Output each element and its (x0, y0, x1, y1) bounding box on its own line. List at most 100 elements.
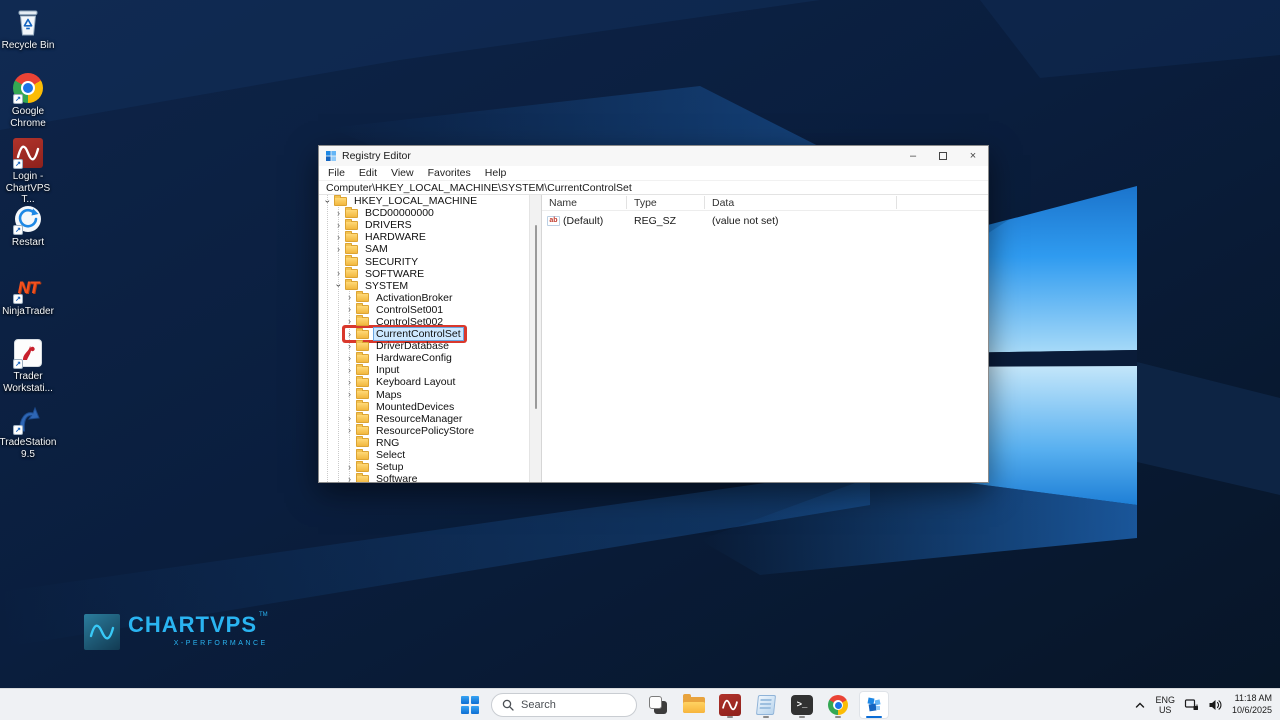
folder-icon (356, 375, 369, 387)
registry-value-row[interactable]: (Default) REG_SZ (value not set) (542, 213, 988, 228)
tree-item-hardwareconfig[interactable]: › HardwareConfig (319, 351, 529, 364)
tree-item-security[interactable]: ›SECURITY (319, 255, 529, 268)
menu-edit[interactable]: Edit (352, 167, 384, 179)
chevron-collapsed-icon[interactable]: › (345, 305, 354, 314)
window-titlebar[interactable]: Registry Editor – × (319, 146, 988, 166)
chevron-collapsed-icon[interactable]: › (334, 269, 343, 278)
tree-item-resourcemanager[interactable]: › ResourceManager (319, 412, 529, 425)
chevron-collapsed-icon[interactable]: › (345, 293, 354, 302)
tree-scrollbar[interactable] (529, 195, 541, 482)
desktop-icon-tradestation[interactable]: ↗ TradeStation 9.5 (0, 403, 56, 460)
desktop-icon-login-chartvps[interactable]: ↗ Login - ChartVPS T... (0, 137, 56, 206)
chartvps-wave-icon (84, 614, 120, 650)
tree-item-setup[interactable]: › Setup (319, 460, 529, 473)
chevron-collapsed-icon[interactable]: › (345, 365, 354, 375)
chevron-collapsed-icon[interactable]: › (345, 462, 354, 472)
tree-item-input[interactable]: › Input (319, 363, 529, 377)
column-header-name[interactable]: Name (542, 197, 627, 209)
chevron-collapsed-icon[interactable]: › (345, 414, 354, 423)
desktop-icon-google-chrome[interactable]: ↗ Google Chrome (0, 72, 56, 129)
taskbar: Search >_ ENG US 11:18 AM 10/6/2025 (0, 688, 1280, 720)
desktop-icon-ninjatrader[interactable]: NT ↗ NinjaTrader (0, 272, 56, 318)
column-header-data[interactable]: Data (705, 197, 988, 209)
volume-icon[interactable] (1208, 698, 1223, 712)
tree-item-activationbroker[interactable]: › ActivationBroker (319, 291, 529, 304)
chevron-collapsed-icon[interactable]: › (334, 244, 343, 254)
tree-item-maps[interactable]: › Maps (319, 388, 529, 401)
folder-icon (356, 412, 369, 424)
chevron-collapsed-icon[interactable]: › (345, 390, 354, 399)
clock[interactable]: 11:18 AM 10/6/2025 (1232, 693, 1272, 716)
notes-app-button[interactable] (751, 691, 781, 719)
column-separator[interactable] (704, 196, 705, 209)
tree-item-software[interactable]: › SOFTWARE (319, 267, 529, 280)
column-separator[interactable] (626, 196, 627, 209)
file-explorer-button[interactable] (679, 691, 709, 719)
desktop-icon-restart[interactable]: ↗ Restart (0, 203, 56, 249)
start-button[interactable] (455, 691, 485, 719)
folder-icon (356, 436, 369, 448)
chevron-collapsed-icon[interactable]: › (345, 329, 354, 339)
chevron-collapsed-icon[interactable]: › (345, 426, 354, 435)
tree-item-keyboard-layout[interactable]: › Keyboard Layout (319, 375, 529, 388)
tree-item-resourcepolicystore[interactable]: › ResourcePolicyStore (319, 424, 529, 437)
tree-item-drivers[interactable]: › DRIVERS (319, 218, 529, 231)
chevron-collapsed-icon[interactable]: › (345, 317, 354, 326)
tree-item-driverdatabase[interactable]: › DriverDatabase (319, 339, 529, 352)
tree-item-select[interactable]: ›Select (319, 448, 529, 461)
chevron-collapsed-icon[interactable]: › (345, 474, 354, 482)
tree-item-software[interactable]: › Software (319, 472, 529, 482)
desktop-icon-recycle-bin[interactable]: Recycle Bin (0, 6, 56, 52)
registry-editor-icon (326, 151, 336, 161)
tree-item-label: Input (376, 364, 400, 377)
chevron-collapsed-icon[interactable]: › (334, 232, 343, 242)
tree-item-label: ActivationBroker (376, 291, 453, 304)
tree-item-label: CurrentControlSet (373, 327, 464, 342)
value-type: REG_SZ (634, 214, 677, 227)
tree-item-sam[interactable]: › SAM (319, 242, 529, 255)
chevron-collapsed-icon[interactable]: › (334, 220, 343, 230)
menu-favorites[interactable]: Favorites (421, 167, 478, 179)
column-header-type[interactable]: Type (627, 197, 705, 209)
menu-view[interactable]: View (384, 167, 421, 179)
tree-item-mounteddevices[interactable]: ›MountedDevices (319, 400, 529, 413)
tree-item-hkey-local-machine[interactable]: › HKEY_LOCAL_MACHINE (319, 195, 529, 207)
tree-item-rng[interactable]: ›RNG (319, 436, 529, 449)
chevron-collapsed-icon[interactable]: › (345, 353, 354, 363)
brand-trademark: TM (259, 612, 268, 618)
folder-icon (356, 363, 369, 375)
address-bar[interactable]: Computer\HKEY_LOCAL_MACHINE\SYSTEM\Curre… (319, 180, 988, 195)
tree-item-hardware[interactable]: › HARDWARE (319, 230, 529, 243)
chevron-collapsed-icon[interactable]: › (345, 377, 354, 387)
tree-item-currentcontrolset[interactable]: › CurrentControlSet (319, 327, 529, 342)
tree-item-system[interactable]: › SYSTEM (319, 279, 529, 292)
annotation-highlight: › CurrentControlSet (345, 327, 464, 342)
chevron-collapsed-icon[interactable]: › (345, 341, 354, 351)
task-view-button[interactable] (643, 691, 673, 719)
column-separator[interactable] (896, 196, 897, 209)
tree-item-controlset001[interactable]: › ControlSet001 (319, 303, 529, 316)
restart-icon: ↗ (12, 203, 44, 235)
network-icon[interactable] (1184, 698, 1199, 712)
folder-icon (356, 339, 369, 351)
tray-chevron-button[interactable] (1134, 700, 1146, 710)
window-title: Registry Editor (342, 150, 411, 162)
terminal-button[interactable]: >_ (787, 691, 817, 719)
language-indicator[interactable]: ENG US (1155, 695, 1175, 716)
minimize-button[interactable]: – (898, 146, 928, 166)
chevron-collapsed-icon[interactable]: › (334, 208, 343, 218)
maximize-button[interactable] (928, 146, 958, 166)
chartvps-app-button[interactable] (715, 691, 745, 719)
search-input[interactable]: Search (491, 693, 637, 717)
chevron-expanded-icon[interactable]: › (334, 281, 344, 290)
menu-help[interactable]: Help (478, 167, 514, 179)
menu-file[interactable]: File (321, 167, 352, 179)
chrome-button[interactable] (823, 691, 853, 719)
close-button[interactable]: × (958, 146, 988, 166)
tree-scrollbar-thumb[interactable] (535, 225, 537, 409)
chevron-expanded-icon[interactable]: › (323, 197, 333, 206)
tree-item-bcd00000000[interactable]: › BCD00000000 (319, 206, 529, 219)
desktop-icon-trader-workstation[interactable]: ↗ Trader Workstati... (0, 337, 56, 394)
brand-title: CHARTVPS (128, 612, 258, 637)
registry-editor-button[interactable] (859, 691, 889, 719)
